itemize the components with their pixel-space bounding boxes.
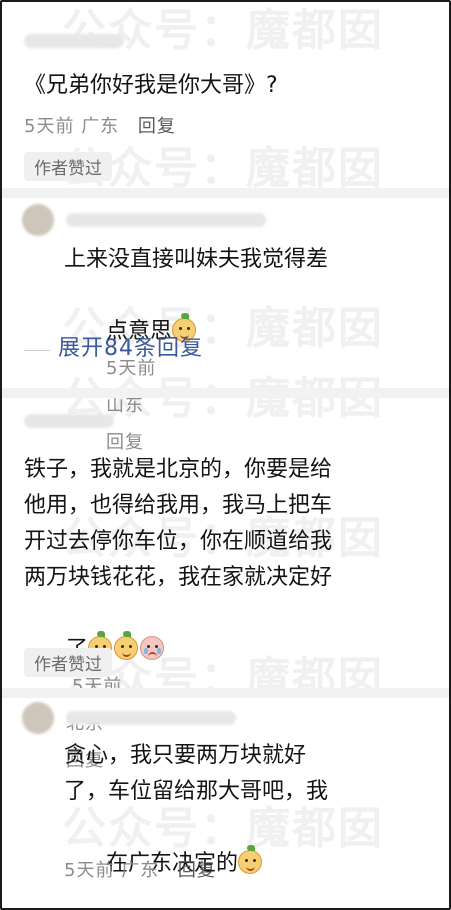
author-liked-badge: 作者赞过 <box>24 152 112 181</box>
comment-text-line: 他用，也得给我用，我马上把车 <box>24 493 333 518</box>
username-blurred <box>24 414 114 428</box>
comment-text-line: 贪心，我只要两万块就好 <box>64 743 307 768</box>
comment-item: 铁子，我就是北京的，你要是给 他用，也得给我用，我马上把车 开过去停你车位，你在… <box>2 398 449 771</box>
username-blurred <box>24 34 124 48</box>
cry-emoji-icon <box>139 636 164 660</box>
comment-location: 广东 <box>121 860 160 881</box>
comment-location: 广东 <box>81 116 120 137</box>
reply-button[interactable]: 回复 <box>178 860 216 881</box>
divider <box>2 388 449 398</box>
reply-button[interactable]: 回复 <box>138 116 176 137</box>
divider <box>2 188 449 198</box>
expand-replies-label[interactable]: 展开84条回复 <box>58 336 203 361</box>
expand-replies[interactable]: 展开84条回复 <box>24 330 203 362</box>
comment-text-line: 了，车位留给那大哥吧，我 <box>64 779 329 804</box>
comment-item: 贪心，我只要两万块就好 了，车位留给那大哥吧，我 在广东决定的 5天前 广东 回… <box>2 698 449 908</box>
smile-emoji-icon <box>237 845 262 874</box>
author-liked-container: 作者赞过 <box>24 648 112 677</box>
comment-text-line: 开过去停你车位，你在顺道给我 <box>24 529 333 554</box>
comment-text-line: 铁子，我就是北京的，你要是给 <box>24 457 333 482</box>
comment-text: 上来没直接叫妹夫我觉得差 <box>64 247 329 272</box>
expand-line <box>24 350 50 351</box>
comment-item: 《兄弟你好我是你大哥》? 5天前 广东 回复 作者赞过 <box>2 2 449 192</box>
username-blurred <box>66 213 266 227</box>
avatar[interactable] <box>22 204 54 236</box>
comment-item: 上来没直接叫妹夫我觉得差 点意思 5天前 山东 回复 展开84条回复 <box>2 198 449 453</box>
author-liked-container: 作者赞过 <box>24 152 112 181</box>
comment-time: 5天前 <box>24 116 75 137</box>
smile-emoji-icon <box>113 631 138 660</box>
divider <box>2 688 449 698</box>
username-blurred <box>66 711 236 725</box>
comment-text: 《兄弟你好我是你大哥》? <box>24 73 278 98</box>
comment-text-line: 两万块钱花花，我在家就决定好 <box>24 565 333 590</box>
comment-screenshot: 公众号：魔都囡 公众号：魔都囡 公众号：魔都囡 公众号：魔都囡 公众号：魔都囡 … <box>0 0 451 910</box>
comment-meta: 5天前 广东 回复 <box>64 856 216 882</box>
comment-time: 5天前 <box>64 860 115 881</box>
comment-meta: 5天前 广东 回复 <box>24 112 176 138</box>
author-liked-badge: 作者赞过 <box>24 648 112 677</box>
avatar[interactable] <box>22 702 54 734</box>
